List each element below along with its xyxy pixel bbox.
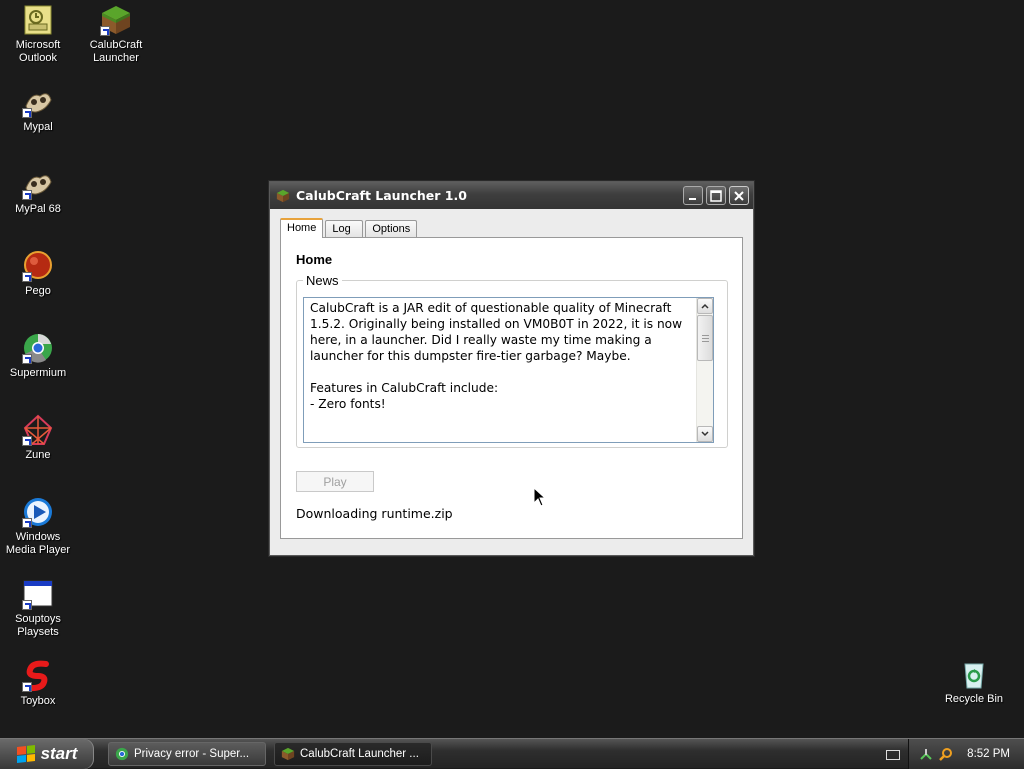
scroll-thumb[interactable] <box>697 315 713 361</box>
desktop-icon-souptoys[interactable]: Souptoys Playsets <box>0 578 76 639</box>
home-panel: Home News CalubCraft is a JAR edit of qu… <box>280 237 743 539</box>
taskbar-item-label: CalubCraft Launcher ... <box>300 747 419 760</box>
desktop-icon-pego[interactable]: Pego <box>0 250 76 298</box>
search-icon[interactable] <box>939 747 953 761</box>
desktop-icon-label: Microsoft Outlook <box>15 39 61 64</box>
supermium-icon <box>22 332 54 364</box>
souptoys-window-icon <box>22 578 54 610</box>
taskbar-item-browser[interactable]: Privacy error - Super... <box>108 741 266 766</box>
shortcut-arrow-icon <box>22 272 32 282</box>
chevron-up-icon <box>701 303 709 309</box>
taskbar-item-launcher[interactable]: CalubCraft Launcher ... <box>274 741 432 766</box>
desktop-icon-mypal[interactable]: Mypal <box>0 86 76 134</box>
desktop-icon-label: Supermium <box>9 367 67 379</box>
grass-block-icon <box>276 189 290 202</box>
desktop-icon-recycle-bin[interactable]: Recycle Bin <box>936 658 1012 706</box>
grass-block-icon <box>100 4 132 36</box>
zune-icon <box>22 414 54 446</box>
minimize-button[interactable] <box>683 186 703 205</box>
desktop-icon-outlook[interactable]: Microsoft Outlook <box>0 4 76 65</box>
start-button[interactable]: start <box>0 738 94 769</box>
tab-options[interactable]: Options <box>365 220 418 237</box>
desktop-icon-label: CalubCraft Launcher <box>89 39 143 64</box>
desktop-icon-label: Toybox <box>20 695 56 707</box>
system-tray: 8:52 PM <box>908 738 1024 769</box>
mouse-cursor-icon <box>533 487 547 507</box>
shortcut-arrow-icon <box>22 518 32 528</box>
window-title: CalubCraft Launcher 1.0 <box>296 188 467 203</box>
desktop-icon-label: Mypal <box>23 121 53 133</box>
mypal-icon <box>22 86 54 118</box>
shortcut-arrow-icon <box>22 682 32 692</box>
shortcut-arrow-icon <box>22 190 32 200</box>
tab-strip: Home Log Options <box>280 217 743 238</box>
tab-log[interactable]: Log <box>325 220 364 237</box>
page-title: Home <box>296 252 333 267</box>
desktop-icon-calubcraft[interactable]: CalubCraft Launcher <box>78 4 154 65</box>
maximize-button[interactable] <box>706 186 726 205</box>
shortcut-arrow-icon <box>100 26 110 36</box>
status-text: Downloading runtime.zip <box>296 506 453 521</box>
desktop-icon-mypal-68[interactable]: MyPal 68 <box>0 168 76 216</box>
desktop-icon-zune[interactable]: Zune <box>0 414 76 462</box>
scroll-down-button[interactable] <box>697 426 713 442</box>
launcher-window: CalubCraft Launcher 1.0 Home Log Options… <box>269 181 754 556</box>
desktop-icon-wmp[interactable]: Windows Media Player <box>0 496 76 557</box>
grip-icon <box>701 334 709 342</box>
mypal-icon <box>22 168 54 200</box>
media-player-icon <box>22 496 54 528</box>
desktop-icon-label: Recycle Bin <box>944 693 1004 705</box>
keyboard-icon[interactable] <box>886 750 900 760</box>
pego-icon <box>22 250 54 282</box>
minimize-icon <box>689 197 696 200</box>
maximize-icon <box>710 189 722 202</box>
shortcut-arrow-icon <box>22 436 32 446</box>
shortcut-arrow-icon <box>22 108 32 118</box>
chevron-down-icon <box>701 431 709 437</box>
close-icon <box>734 190 744 201</box>
start-label: start <box>40 743 78 763</box>
outlook-icon <box>22 4 54 36</box>
network-icon[interactable] <box>919 747 933 761</box>
supermium-icon <box>115 747 129 760</box>
windows-logo-icon <box>16 744 35 763</box>
taskbar-item-label: Privacy error - Super... <box>134 747 250 760</box>
desktop-icon-label: Windows Media Player <box>5 531 71 556</box>
grass-block-icon <box>281 747 295 760</box>
scroll-up-button[interactable] <box>697 298 713 314</box>
taskbar: start Privacy error - Super... CalubCraf… <box>0 738 1024 769</box>
shortcut-arrow-icon <box>22 354 32 364</box>
news-scrollbar[interactable] <box>696 298 713 442</box>
toybox-icon <box>22 660 54 692</box>
desktop-icon-label: Souptoys Playsets <box>15 613 61 638</box>
news-groupbox: News CalubCraft is a JAR edit of questio… <box>296 273 728 448</box>
news-legend: News <box>303 273 342 288</box>
clock[interactable]: 8:52 PM <box>967 748 1010 760</box>
desktop-icon-supermium[interactable]: Supermium <box>0 332 76 380</box>
tab-home[interactable]: Home <box>280 218 324 238</box>
recycle-bin-icon <box>958 658 990 690</box>
desktop-icon-toybox[interactable]: Toybox <box>0 660 76 708</box>
news-textbox[interactable]: CalubCraft is a JAR edit of questionable… <box>303 297 714 443</box>
desktop-icon-label: Pego <box>25 285 51 297</box>
desktop-icon-label: MyPal 68 <box>15 203 61 215</box>
title-bar[interactable]: CalubCraft Launcher 1.0 <box>270 182 753 209</box>
desktop-icon-label: Zune <box>25 449 51 461</box>
close-button[interactable] <box>729 186 749 205</box>
news-text: CalubCraft is a JAR edit of questionable… <box>310 301 683 411</box>
play-button[interactable]: Play <box>296 471 374 492</box>
shortcut-arrow-icon <box>22 600 32 610</box>
